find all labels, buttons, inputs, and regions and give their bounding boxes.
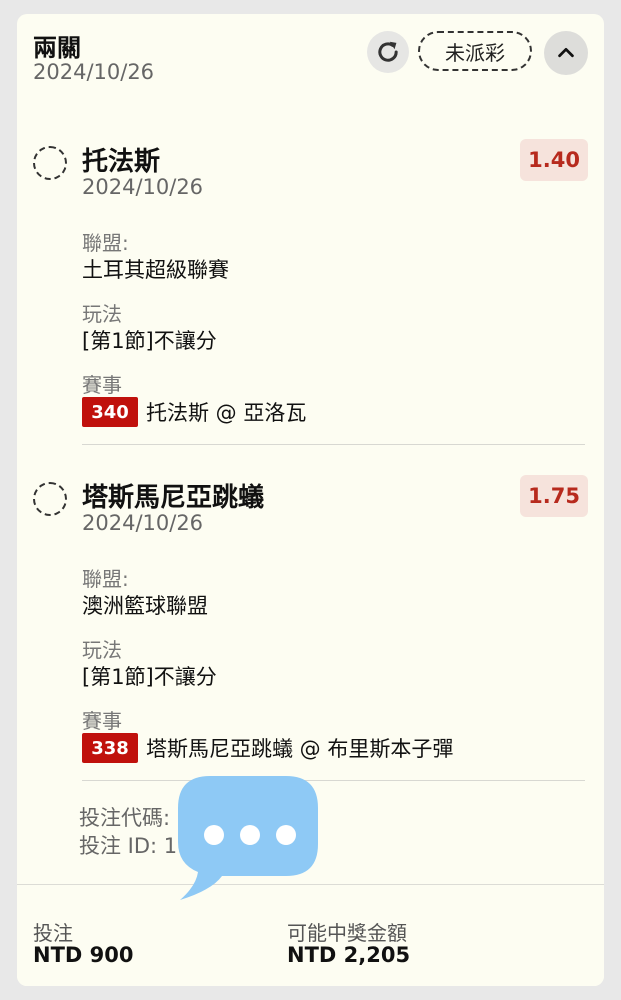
- chevron-up-icon: [558, 47, 574, 58]
- bet-type-title: 兩關: [33, 34, 81, 62]
- leg-select-radio[interactable]: [33, 146, 67, 180]
- odds-badge: 1.75: [520, 475, 588, 517]
- bet-id-label: 投注 ID: 1: [79, 834, 178, 858]
- chat-bubble-icon: [178, 776, 318, 900]
- stake-value: NTD 900: [33, 943, 134, 967]
- play-label: 玩法: [82, 638, 122, 662]
- event-label: 賽事: [82, 709, 122, 733]
- league-label: 聯盟:: [82, 231, 129, 255]
- event-name: 托法斯 @ 亞洛瓦: [146, 401, 307, 425]
- play-value: [第1節]不讓分: [82, 329, 217, 353]
- payout-label: 可能中獎金額: [287, 921, 407, 945]
- play-label: 玩法: [82, 302, 122, 326]
- stake-label: 投注: [33, 921, 73, 945]
- collapse-button[interactable]: [544, 31, 588, 75]
- event-number-badge: 340: [82, 397, 138, 427]
- chat-bubble-button[interactable]: [178, 772, 320, 904]
- event-number-badge: 338: [82, 733, 138, 763]
- play-value: [第1節]不讓分: [82, 665, 217, 689]
- event-row: 340 托法斯 @ 亞洛瓦: [82, 397, 306, 427]
- event-name: 塔斯馬尼亞跳蟻 @ 布里斯本子彈: [146, 737, 454, 761]
- leg-date: 2024/10/26: [82, 175, 204, 199]
- leg-select-radio[interactable]: [33, 482, 67, 516]
- status-badge: 未派彩: [418, 31, 532, 71]
- bet-date: 2024/10/26: [33, 60, 155, 84]
- league-value: 澳洲籃球聯盟: [82, 594, 208, 618]
- leg-date: 2024/10/26: [82, 511, 204, 535]
- bet-code-label: 投注代碼:: [79, 806, 171, 830]
- refresh-icon: [378, 41, 398, 62]
- leg-divider: [82, 444, 585, 445]
- league-value: 土耳其超級聯賽: [82, 258, 229, 282]
- bet-leg: 托法斯 2024/10/26 1.40 聯盟: 土耳其超級聯賽 玩法 [第1節]…: [17, 124, 604, 444]
- odds-badge: 1.40: [520, 139, 588, 181]
- league-label: 聯盟:: [82, 567, 129, 591]
- bet-leg: 塔斯馬尼亞跳蟻 2024/10/26 1.75 聯盟: 澳洲籃球聯盟 玩法 [第…: [17, 460, 604, 780]
- team-name: 托法斯: [82, 147, 161, 177]
- event-row: 338 塔斯馬尼亞跳蟻 @ 布里斯本子彈: [82, 733, 453, 763]
- team-name: 塔斯馬尼亞跳蟻: [82, 483, 265, 513]
- payout-value: NTD 2,205: [287, 943, 411, 967]
- bet-code-block: 投注代碼: 投注 ID: 1: [79, 804, 177, 860]
- refresh-button[interactable]: [367, 31, 409, 73]
- event-label: 賽事: [82, 373, 122, 397]
- leg-divider: [82, 780, 585, 781]
- bet-header: 兩關 2024/10/26 未派彩: [17, 14, 604, 106]
